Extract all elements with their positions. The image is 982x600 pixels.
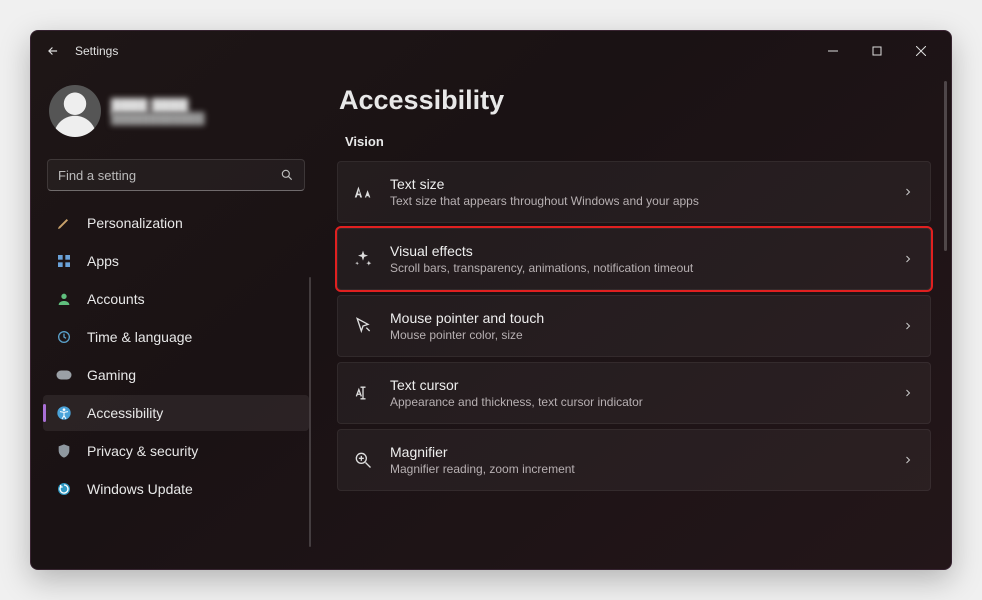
person-icon: [55, 290, 73, 308]
card-title: Text size: [390, 176, 886, 192]
chevron-right-icon: [902, 186, 914, 198]
sidebar-item-label: Gaming: [87, 367, 136, 383]
back-button[interactable]: [39, 37, 67, 65]
sidebar-item-label: Time & language: [87, 329, 192, 345]
profile-block[interactable]: ████ ████ ████████████: [43, 79, 309, 153]
magnifier-icon: [352, 449, 374, 471]
card-text-cursor[interactable]: Text cursor Appearance and thickness, te…: [337, 362, 931, 424]
sidebar-item-accounts[interactable]: Accounts: [43, 281, 309, 317]
chevron-right-icon: [902, 320, 914, 332]
avatar: [49, 85, 101, 137]
card-subtitle: Magnifier reading, zoom increment: [390, 462, 886, 476]
sidebar-item-privacy-security[interactable]: Privacy & security: [43, 433, 309, 469]
search-icon: [280, 168, 294, 182]
sidebar-item-windows-update[interactable]: Windows Update: [43, 471, 309, 507]
sidebar-item-gaming[interactable]: Gaming: [43, 357, 309, 393]
chevron-right-icon: [902, 387, 914, 399]
globe-clock-icon: [55, 328, 73, 346]
sparkle-icon: [352, 248, 374, 270]
chevron-right-icon: [902, 253, 914, 265]
card-subtitle: Scroll bars, transparency, animations, n…: [390, 261, 886, 275]
minimize-button[interactable]: [811, 36, 855, 66]
accessibility-icon: [55, 404, 73, 422]
main-panel: Accessibility Vision Text size Text size…: [321, 71, 951, 569]
card-visual-effects[interactable]: Visual effects Scroll bars, transparency…: [337, 228, 931, 290]
chevron-right-icon: [902, 454, 914, 466]
sidebar-item-personalization[interactable]: Personalization: [43, 205, 309, 241]
search-input[interactable]: [58, 168, 280, 183]
nav-list: Personalization Apps Accounts Time & lan…: [43, 205, 309, 507]
paintbrush-icon: [55, 214, 73, 232]
settings-cards: Text size Text size that appears through…: [337, 161, 931, 491]
page-title: Accessibility: [339, 85, 931, 116]
sidebar-item-time-language[interactable]: Time & language: [43, 319, 309, 355]
gamepad-icon: [55, 366, 73, 384]
card-subtitle: Appearance and thickness, text cursor in…: [390, 395, 886, 409]
sidebar-item-label: Accessibility: [87, 405, 163, 421]
card-mouse-pointer[interactable]: Mouse pointer and touch Mouse pointer co…: [337, 295, 931, 357]
settings-window: Settings ████ ████ ████████████: [30, 30, 952, 570]
text-size-icon: [352, 181, 374, 203]
maximize-button[interactable]: [855, 36, 899, 66]
sidebar-scrollbar[interactable]: [309, 277, 311, 547]
card-title: Magnifier: [390, 444, 886, 460]
card-magnifier[interactable]: Magnifier Magnifier reading, zoom increm…: [337, 429, 931, 491]
update-icon: [55, 480, 73, 498]
section-heading: Vision: [345, 134, 931, 149]
sidebar: ████ ████ ████████████ Personalization A…: [31, 71, 321, 569]
titlebar: Settings: [31, 31, 951, 71]
sidebar-item-label: Apps: [87, 253, 119, 269]
apps-icon: [55, 252, 73, 270]
close-button[interactable]: [899, 36, 943, 66]
window-title: Settings: [75, 44, 118, 58]
card-text-size[interactable]: Text size Text size that appears through…: [337, 161, 931, 223]
sidebar-item-accessibility[interactable]: Accessibility: [43, 395, 309, 431]
card-title: Visual effects: [390, 243, 886, 259]
main-scrollbar[interactable]: [944, 81, 947, 251]
sidebar-item-label: Windows Update: [87, 481, 193, 497]
profile-name: ████ ████: [111, 98, 205, 113]
text-cursor-icon: [352, 382, 374, 404]
sidebar-item-apps[interactable]: Apps: [43, 243, 309, 279]
sidebar-item-label: Accounts: [87, 291, 145, 307]
card-subtitle: Mouse pointer color, size: [390, 328, 886, 342]
sidebar-item-label: Privacy & security: [87, 443, 198, 459]
cursor-icon: [352, 315, 374, 337]
shield-icon: [55, 442, 73, 460]
search-box[interactable]: [47, 159, 305, 191]
profile-email: ████████████: [111, 113, 205, 125]
card-subtitle: Text size that appears throughout Window…: [390, 194, 886, 208]
card-title: Text cursor: [390, 377, 886, 393]
card-title: Mouse pointer and touch: [390, 310, 886, 326]
sidebar-item-label: Personalization: [87, 215, 183, 231]
